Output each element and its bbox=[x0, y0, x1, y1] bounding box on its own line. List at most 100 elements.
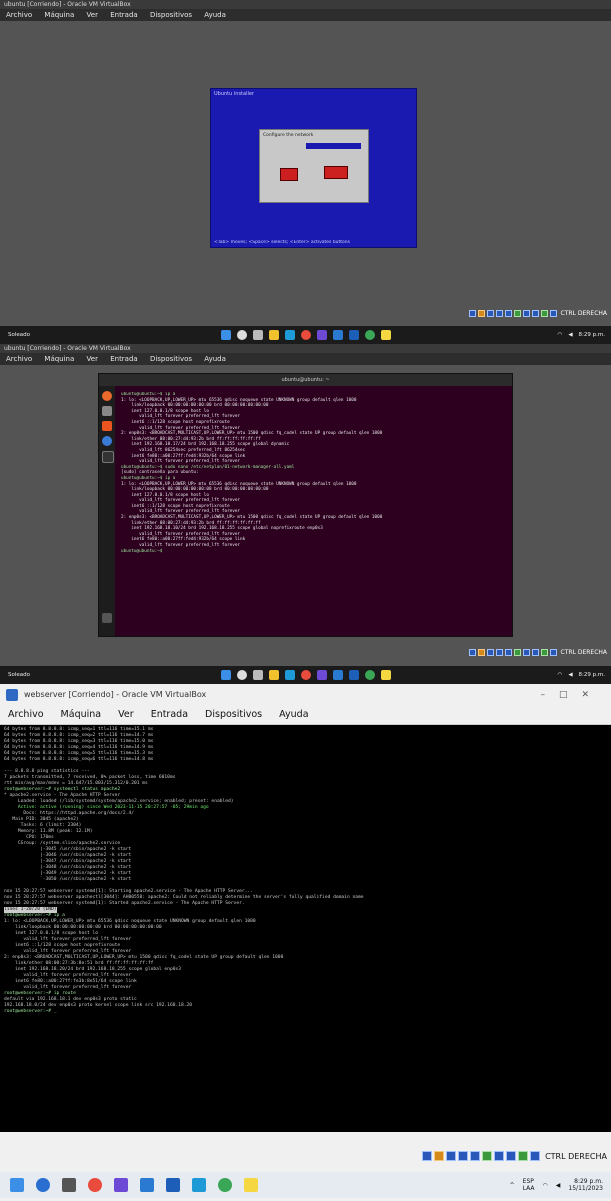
weather-widget[interactable]: Soleado bbox=[8, 332, 30, 338]
virtualbox-icon[interactable] bbox=[348, 330, 359, 340]
vscode-icon[interactable] bbox=[380, 330, 391, 340]
menu-ver[interactable]: Ver bbox=[118, 709, 134, 720]
menu-dispositivos[interactable]: Dispositivos bbox=[150, 355, 192, 363]
clock[interactable]: 8:29 p.m. bbox=[579, 332, 605, 338]
language-indicator[interactable]: ESP LAA bbox=[523, 1178, 535, 1192]
recording-icon[interactable] bbox=[522, 310, 530, 317]
store-icon[interactable] bbox=[140, 1178, 154, 1192]
search-icon[interactable] bbox=[236, 670, 247, 680]
cpu-icon[interactable] bbox=[531, 310, 539, 317]
files-icon[interactable] bbox=[102, 406, 112, 416]
terminal-icon[interactable] bbox=[102, 451, 114, 463]
vscode-icon[interactable] bbox=[244, 1178, 258, 1192]
keyboard-icon[interactable] bbox=[530, 1151, 541, 1161]
usb-icon[interactable] bbox=[495, 310, 503, 317]
menu-entrada[interactable]: Entrada bbox=[110, 11, 138, 19]
file-explorer-icon[interactable] bbox=[268, 330, 279, 340]
mouse-integration-icon[interactable] bbox=[540, 310, 548, 317]
wifi-icon[interactable]: ◠ bbox=[543, 1182, 548, 1189]
display-icon[interactable] bbox=[482, 1151, 493, 1161]
vscode-icon[interactable] bbox=[380, 670, 391, 680]
menu-archivo[interactable]: Archivo bbox=[6, 11, 32, 19]
task-view-icon[interactable] bbox=[252, 330, 263, 340]
window-controls[interactable]: –□✕ bbox=[540, 684, 603, 706]
menu-archivo[interactable]: Archivo bbox=[6, 355, 32, 363]
edge-icon[interactable] bbox=[192, 1178, 206, 1192]
app-icon[interactable] bbox=[114, 1178, 128, 1192]
cpu-icon[interactable] bbox=[531, 649, 539, 656]
menu-archivo[interactable]: Archivo bbox=[8, 709, 44, 720]
store-icon[interactable] bbox=[332, 670, 343, 680]
optical-drive-icon[interactable] bbox=[477, 649, 485, 656]
clock[interactable]: 8:29 p.m. bbox=[579, 672, 605, 678]
cpu-icon[interactable] bbox=[506, 1151, 517, 1161]
weather-widget[interactable]: Soleado bbox=[8, 672, 30, 678]
virtualbox-icon[interactable] bbox=[348, 670, 359, 680]
app-icon[interactable] bbox=[316, 670, 327, 680]
menu-ayuda[interactable]: Ayuda bbox=[204, 11, 226, 19]
start-icon[interactable] bbox=[220, 330, 231, 340]
chrome-icon[interactable] bbox=[88, 1178, 102, 1192]
chrome-alt-icon[interactable] bbox=[364, 330, 375, 340]
help-icon[interactable] bbox=[102, 436, 112, 446]
network-icon[interactable] bbox=[486, 649, 494, 656]
shared-folder-icon[interactable] bbox=[504, 649, 512, 656]
menu-entrada[interactable]: Entrada bbox=[110, 355, 138, 363]
firefox-icon[interactable] bbox=[102, 391, 112, 401]
start-icon[interactable] bbox=[10, 1178, 24, 1192]
store-icon[interactable] bbox=[332, 330, 343, 340]
dialog-selection[interactable] bbox=[306, 143, 361, 149]
hdd-icon[interactable] bbox=[422, 1151, 433, 1161]
volume-icon[interactable]: ◀ bbox=[568, 672, 572, 678]
virtualbox-icon[interactable] bbox=[166, 1178, 180, 1192]
tray-chevron-icon[interactable]: ^ bbox=[510, 1182, 515, 1189]
edge-icon[interactable] bbox=[284, 670, 295, 680]
terminal-output[interactable]: ubuntu@ubuntu:~$ ip a 1: lo: <LOOPBACK,UP… bbox=[121, 392, 506, 554]
app-grid-icon[interactable] bbox=[102, 613, 112, 623]
vm-console[interactable]: 64 bytes from 8.8.8.8: icmp_seq=1 ttl=11… bbox=[0, 725, 611, 1132]
chrome-icon[interactable] bbox=[300, 670, 311, 680]
menu-ayuda[interactable]: Ayuda bbox=[279, 709, 308, 720]
menu-ver[interactable]: Ver bbox=[87, 11, 98, 19]
search-icon[interactable] bbox=[236, 330, 247, 340]
network-icon[interactable] bbox=[486, 310, 494, 317]
task-view-icon[interactable] bbox=[252, 670, 263, 680]
search-icon[interactable] bbox=[36, 1178, 50, 1192]
wifi-icon[interactable]: ◠ bbox=[558, 672, 563, 678]
recording-icon[interactable] bbox=[522, 649, 530, 656]
software-icon[interactable] bbox=[102, 421, 112, 431]
display-icon[interactable] bbox=[513, 649, 521, 656]
volume-icon[interactable]: ◀ bbox=[556, 1182, 561, 1189]
shared-folder-icon[interactable] bbox=[504, 310, 512, 317]
menu-maquina[interactable]: Máquina bbox=[61, 709, 102, 720]
network-icon[interactable] bbox=[446, 1151, 457, 1161]
menu-ver[interactable]: Ver bbox=[87, 355, 98, 363]
optical-drive-icon[interactable] bbox=[477, 310, 485, 317]
menu-dispositivos[interactable]: Dispositivos bbox=[205, 709, 262, 720]
hdd-icon[interactable] bbox=[468, 310, 476, 317]
file-explorer-icon[interactable] bbox=[268, 670, 279, 680]
chrome-alt-icon[interactable] bbox=[218, 1178, 232, 1192]
usb-icon[interactable] bbox=[495, 649, 503, 656]
usb-icon[interactable] bbox=[458, 1151, 469, 1161]
terminal-window[interactable]: ubuntu@ubuntu: ~ ubuntu@ubuntu:~$ ip a 1:… bbox=[98, 373, 513, 637]
optical-drive-icon[interactable] bbox=[434, 1151, 445, 1161]
chrome-alt-icon[interactable] bbox=[364, 670, 375, 680]
clock[interactable]: 8:29 p.m. 15/11/2023 bbox=[568, 1178, 603, 1192]
keyboard-icon[interactable] bbox=[549, 310, 557, 317]
menu-dispositivos[interactable]: Dispositivos bbox=[150, 11, 192, 19]
mouse-integration-icon[interactable] bbox=[540, 649, 548, 656]
hdd-icon[interactable] bbox=[468, 649, 476, 656]
dialog-button-back[interactable] bbox=[280, 168, 298, 181]
dialog-button-continue[interactable] bbox=[324, 166, 348, 179]
keyboard-icon[interactable] bbox=[549, 649, 557, 656]
volume-icon[interactable]: ◀ bbox=[568, 332, 572, 338]
menu-maquina[interactable]: Máquina bbox=[44, 11, 74, 19]
app-icon[interactable] bbox=[316, 330, 327, 340]
chrome-icon[interactable] bbox=[300, 330, 311, 340]
wifi-icon[interactable]: ◠ bbox=[558, 332, 563, 338]
start-icon[interactable] bbox=[220, 670, 231, 680]
recording-icon[interactable] bbox=[494, 1151, 505, 1161]
menu-maquina[interactable]: Máquina bbox=[44, 355, 74, 363]
edge-icon[interactable] bbox=[284, 330, 295, 340]
